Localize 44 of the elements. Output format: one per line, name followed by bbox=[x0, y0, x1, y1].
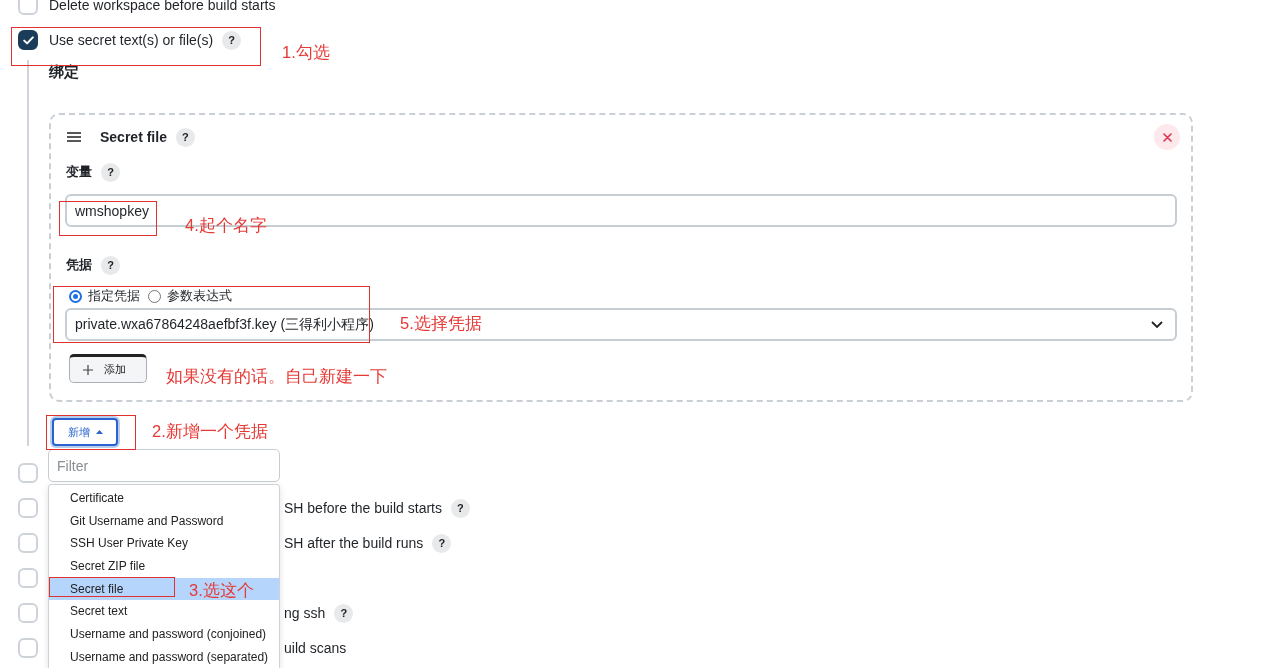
menu-item[interactable]: SSH User Private Key bbox=[49, 532, 279, 555]
new-credential-button[interactable]: 新增 bbox=[52, 418, 118, 446]
radio-button[interactable] bbox=[148, 289, 161, 303]
annotation-text: 5.选择凭据 bbox=[400, 313, 482, 333]
radio-label: 指定凭据 bbox=[88, 287, 140, 305]
section-heading: 绑定 bbox=[49, 62, 80, 82]
checkmark-icon bbox=[22, 35, 34, 45]
filter-field[interactable]: Filter bbox=[48, 449, 280, 482]
help-button[interactable]: ? bbox=[222, 30, 242, 50]
help-button[interactable]: ? bbox=[334, 603, 354, 623]
field-label: 变量 bbox=[66, 163, 92, 181]
menu-item[interactable]: Secret text bbox=[49, 600, 279, 623]
annotation-text: 2.新增一个凭据 bbox=[152, 421, 268, 441]
annotation-text: 如果没有的话。自己新建一下 bbox=[166, 366, 387, 386]
option-label: Delete workspace before build starts bbox=[49, 0, 276, 15]
option-label: Use secret text(s) or file(s) bbox=[49, 31, 214, 50]
menu-item[interactable]: Secret ZIP file bbox=[49, 554, 279, 578]
hamburger-icon[interactable] bbox=[67, 132, 81, 142]
help-button[interactable]: ? bbox=[101, 162, 120, 182]
annotation-text: 1.勾选 bbox=[282, 42, 330, 62]
plus-icon bbox=[83, 364, 93, 375]
radio-label: 参数表达式 bbox=[167, 287, 232, 305]
chevron-down-icon bbox=[1151, 321, 1163, 328]
option-label: SH after the build runs bbox=[284, 534, 424, 553]
help-button[interactable]: ? bbox=[432, 533, 452, 553]
option-label: uild scans bbox=[284, 639, 347, 658]
help-button[interactable]: ? bbox=[175, 127, 195, 147]
menu-item[interactable]: Username and password (separated) bbox=[49, 645, 279, 668]
radio-button[interactable] bbox=[69, 289, 82, 303]
checkbox[interactable] bbox=[18, 30, 38, 50]
close-button[interactable] bbox=[1154, 124, 1180, 150]
menu-item[interactable]: Certificate bbox=[49, 487, 279, 510]
binding-title: Secret file bbox=[100, 129, 167, 145]
help-button[interactable]: ? bbox=[101, 255, 120, 275]
add-button[interactable]: 添加 bbox=[69, 354, 147, 383]
menu-item[interactable]: Git Username and Password bbox=[49, 509, 279, 533]
caret-icon bbox=[95, 430, 103, 434]
close-icon bbox=[1162, 132, 1172, 142]
option-label: ng ssh bbox=[284, 604, 326, 623]
field-label: 凭据 bbox=[66, 256, 92, 274]
annotation-text: 3.选这个 bbox=[189, 580, 254, 600]
help-button[interactable]: ? bbox=[451, 498, 470, 518]
option-label: SH before the build starts bbox=[284, 499, 442, 518]
menu-item[interactable]: Username and password (conjoined) bbox=[49, 622, 279, 646]
